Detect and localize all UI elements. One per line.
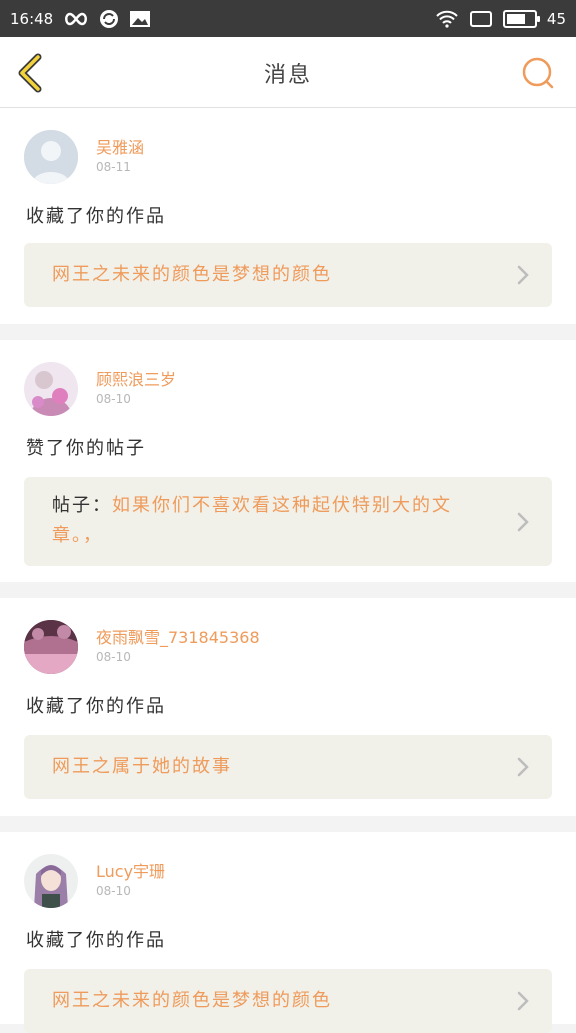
status-time: 16:48 [10, 9, 54, 28]
default-avatar-icon [24, 130, 78, 184]
battery-level: 45 [546, 9, 566, 28]
chevron-right-icon [517, 757, 529, 777]
avatar[interactable] [24, 130, 78, 184]
search-icon [522, 57, 554, 89]
user-avatar-icon [24, 854, 78, 908]
message-card: 顾熙浪三岁 08-10 赞了你的帖子 帖子：如果你们不喜欢看这种起伏特别大的文章… [0, 340, 576, 582]
avatar[interactable] [24, 854, 78, 908]
work-title: 网王之未来的颜色是梦想的颜色 [52, 986, 492, 1016]
battery-icon [502, 9, 540, 28]
username[interactable]: 夜雨飘雪_731845368 [96, 624, 260, 648]
message-date: 08-11 [96, 160, 131, 174]
post-link[interactable]: 帖子：如果你们不喜欢看这种起伏特别大的文章。， [24, 477, 552, 566]
avatar[interactable] [24, 620, 78, 674]
user-avatar-icon [24, 362, 78, 416]
image-icon [129, 10, 151, 28]
message-card: 吴雅涵 08-11 收藏了你的作品 网王之未来的颜色是梦想的颜色 [0, 108, 576, 324]
work-link[interactable]: 网王之未来的颜色是梦想的颜色 [24, 969, 552, 1033]
app-header: 消息 [0, 37, 576, 108]
ref-title: 网王之属于她的故事 [52, 756, 232, 777]
action-text: 收藏了你的作品 [26, 206, 166, 227]
ref-title: 网王之未来的颜色是梦想的颜色 [52, 264, 332, 285]
sim-card-icon [469, 10, 493, 28]
action-text: 收藏了你的作品 [26, 930, 166, 951]
work-link[interactable]: 网王之属于她的故事 [24, 735, 552, 799]
user-avatar-icon [24, 620, 78, 674]
sync-icon [99, 9, 119, 29]
wifi-icon [435, 10, 459, 28]
infinity-icon [63, 11, 89, 27]
work-title: 网王之未来的颜色是梦想的颜色 [52, 260, 492, 290]
message-date: 08-10 [96, 392, 131, 406]
post-title: 帖子：如果你们不喜欢看这种起伏特别大的文章。， [52, 491, 492, 551]
chevron-right-icon [517, 265, 529, 285]
ref-prefix: 帖子： [52, 495, 112, 516]
ref-title: 如果你们不喜欢看这种起伏特别大的文章。， [52, 495, 452, 546]
username[interactable]: Lucy宇珊 [96, 858, 165, 882]
page-title: 消息 [263, 63, 312, 88]
search-button[interactable] [518, 53, 558, 93]
message-date: 08-10 [96, 884, 131, 898]
message-card: Lucy宇珊 08-10 收藏了你的作品 网王之未来的颜色是梦想的颜色 [0, 832, 576, 1033]
action-text: 收藏了你的作品 [26, 696, 166, 717]
avatar[interactable] [24, 362, 78, 416]
chevron-right-icon [517, 512, 529, 532]
message-date: 08-10 [96, 650, 131, 664]
action-text: 赞了你的帖子 [26, 438, 146, 459]
chevron-right-icon [517, 991, 529, 1011]
username[interactable]: 顾熙浪三岁 [96, 366, 176, 390]
ref-title: 网王之未来的颜色是梦想的颜色 [52, 990, 332, 1011]
work-link[interactable]: 网王之未来的颜色是梦想的颜色 [24, 243, 552, 307]
work-title: 网王之属于她的故事 [52, 752, 492, 782]
username[interactable]: 吴雅涵 [96, 134, 144, 158]
status-bar: 16:48 45 [0, 0, 576, 37]
message-card: 夜雨飘雪_731845368 08-10 收藏了你的作品 网王之属于她的故事 [0, 598, 576, 816]
